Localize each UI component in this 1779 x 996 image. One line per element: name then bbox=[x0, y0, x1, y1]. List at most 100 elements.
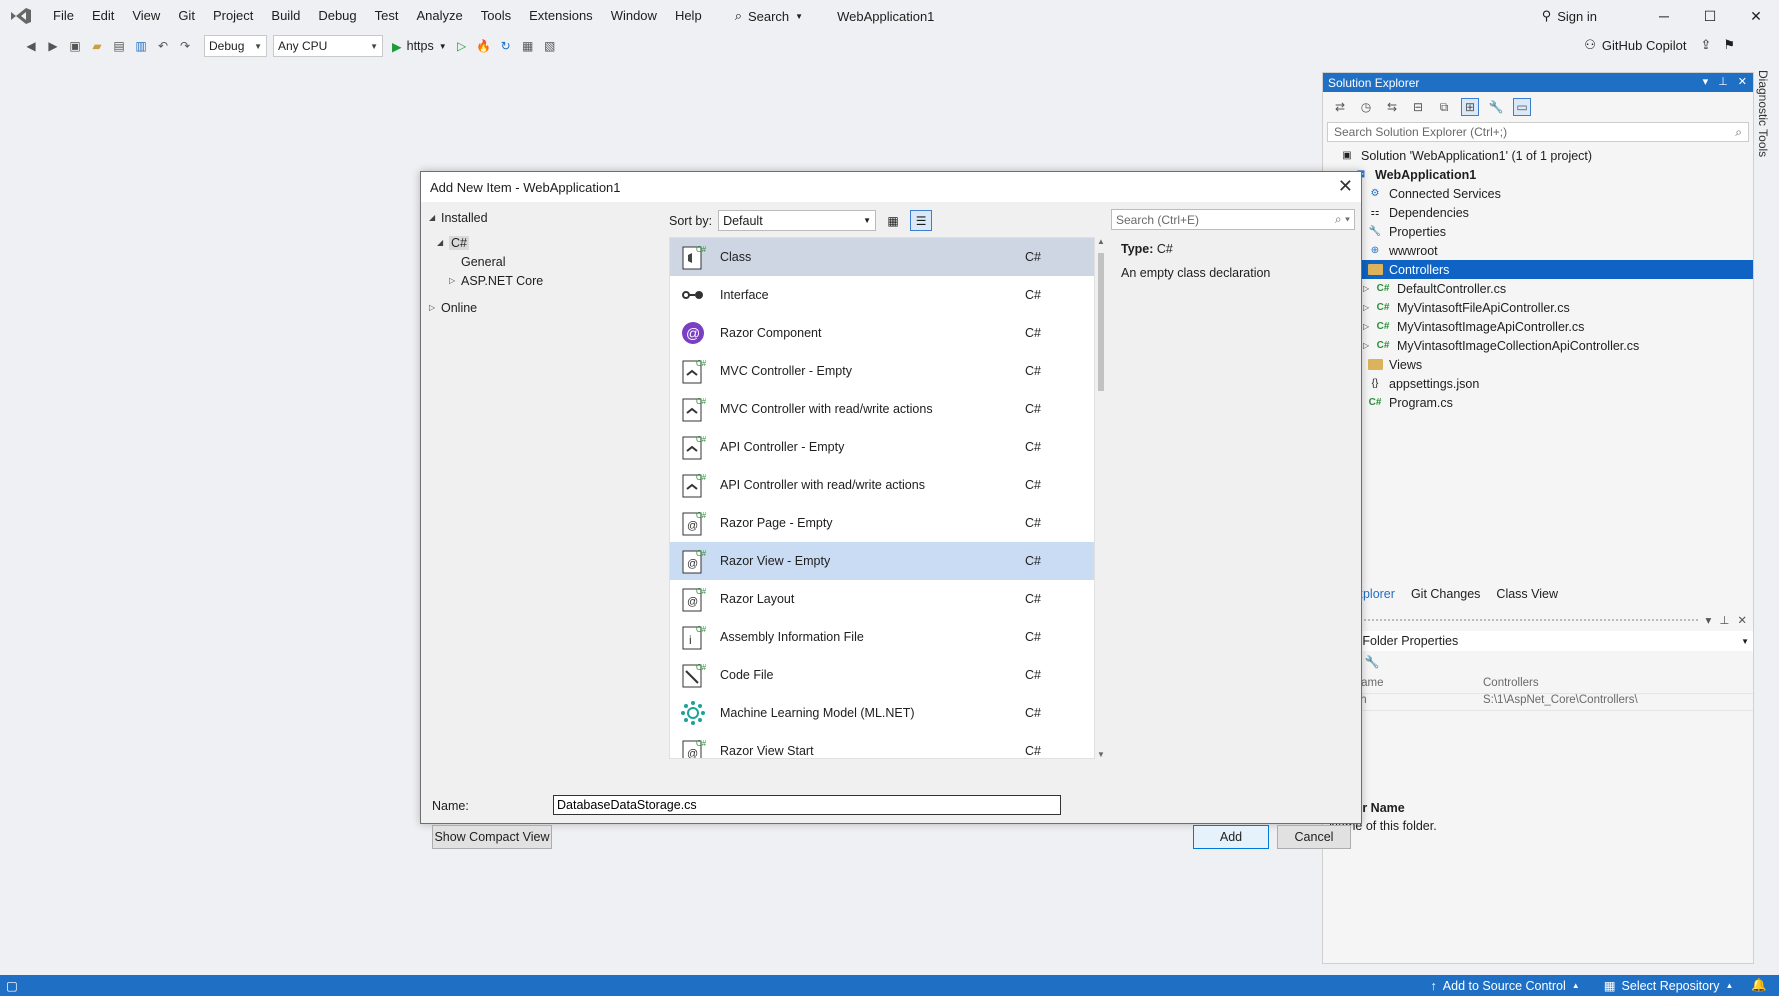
close-icon[interactable]: ✕ bbox=[1737, 613, 1747, 627]
template-item[interactable]: @ Razor Component C# bbox=[670, 314, 1094, 352]
refresh-icon[interactable]: ↻ bbox=[497, 37, 515, 55]
add-to-source-control-button[interactable]: ↑ Add to Source Control ▲ bbox=[1431, 979, 1580, 993]
solution-node[interactable]: ▣ Solution 'WebApplication1' (1 of 1 proj… bbox=[1323, 146, 1753, 165]
cancel-button[interactable]: Cancel bbox=[1277, 825, 1351, 849]
minimize-button[interactable]: ─ bbox=[1641, 8, 1687, 24]
tree-online[interactable]: ▷ Online bbox=[429, 298, 647, 317]
dropdown-icon[interactable]: ▾ bbox=[1706, 613, 1712, 627]
pending-changes-icon[interactable]: ◷ bbox=[1357, 98, 1375, 116]
save-icon[interactable]: ▤ bbox=[110, 37, 128, 55]
pin-icon[interactable]: ⊥ bbox=[1718, 75, 1728, 88]
close-window-button[interactable]: ✕ bbox=[1733, 8, 1779, 25]
property-row[interactable]: der Name Controllers bbox=[1323, 677, 1753, 694]
switch-views-icon[interactable]: ⇄ bbox=[1331, 98, 1349, 116]
preview-icon[interactable]: ▭ bbox=[1513, 98, 1531, 116]
template-item[interactable]: C# MVC Controller with read/write actions… bbox=[670, 390, 1094, 428]
platform-dropdown[interactable]: Any CPU ▼ bbox=[273, 35, 383, 57]
tree-item[interactable]: ⚏ Dependencies bbox=[1323, 203, 1753, 222]
maximize-button[interactable]: ☐ bbox=[1687, 8, 1733, 25]
feedback-icon[interactable]: ⚑ bbox=[1723, 37, 1735, 53]
menu-edit[interactable]: Edit bbox=[83, 0, 123, 32]
solution-explorer-search-input[interactable]: Search Solution Explorer (Ctrl+;) ⌕ bbox=[1327, 122, 1749, 142]
back-icon[interactable]: ◀ bbox=[22, 37, 40, 55]
add-button[interactable]: Add bbox=[1193, 825, 1269, 849]
template-item[interactable]: @ C# Razor Layout C# bbox=[670, 580, 1094, 618]
close-icon[interactable]: ✕ bbox=[1338, 176, 1353, 197]
show-compact-view-button[interactable]: Show Compact View bbox=[432, 825, 552, 849]
tree-aspnet-core[interactable]: ▷ ASP.NET Core bbox=[429, 271, 647, 290]
menu-help[interactable]: Help bbox=[666, 0, 711, 32]
tree-item[interactable]: {} appsettings.json bbox=[1323, 374, 1753, 393]
sign-in-button[interactable]: ⚲ Sign in bbox=[1542, 8, 1597, 24]
redo-icon[interactable]: ↷ bbox=[176, 37, 194, 55]
forward-icon[interactable]: ▶ bbox=[44, 37, 62, 55]
tab-class-view[interactable]: Class View bbox=[1488, 587, 1566, 601]
pin-icon[interactable]: ⊥ bbox=[1719, 613, 1729, 627]
menu-extensions[interactable]: Extensions bbox=[520, 0, 602, 32]
property-row[interactable]: Path S:\1\AspNet_Core\Controllers\ bbox=[1323, 694, 1753, 711]
template-item[interactable]: @ C# Razor View - Empty C# bbox=[670, 542, 1094, 580]
template-search-input[interactable]: Search (Ctrl+E) ⌕ ▾ bbox=[1111, 209, 1355, 230]
tree-item[interactable]: ▷ C# MyVintasoftFileApiController.cs bbox=[1323, 298, 1753, 317]
property-pages-icon[interactable]: 🔧 bbox=[1363, 653, 1381, 671]
sync-icon[interactable]: ⇆ bbox=[1383, 98, 1401, 116]
expand-arrow-icon[interactable]: ▷ bbox=[1363, 341, 1375, 350]
menu-analyze[interactable]: Analyze bbox=[407, 0, 471, 32]
tree-item[interactable]: Controllers bbox=[1323, 260, 1753, 279]
select-repository-button[interactable]: ▦ Select Repository ▲ bbox=[1604, 978, 1734, 994]
menu-build[interactable]: Build bbox=[262, 0, 309, 32]
expand-arrow-icon[interactable]: ▷ bbox=[1363, 303, 1375, 312]
menu-git[interactable]: Git bbox=[169, 0, 204, 32]
new-project-icon[interactable]: ▣ bbox=[66, 37, 84, 55]
template-item[interactable]: C# API Controller with read/write actions… bbox=[670, 466, 1094, 504]
template-list-scrollbar[interactable]: ▲ ▼ bbox=[1095, 237, 1107, 759]
tree-item[interactable]: ▷ C# DefaultController.cs bbox=[1323, 279, 1753, 298]
name-input[interactable] bbox=[553, 795, 1061, 815]
tree-item[interactable]: ▷ C# MyVintasoftImageCollectionApiControll… bbox=[1323, 336, 1753, 355]
template-item[interactable]: Interface C# bbox=[670, 276, 1094, 314]
scrollbar-thumb[interactable] bbox=[1098, 253, 1104, 391]
tree-item[interactable]: 🔧 Properties bbox=[1323, 222, 1753, 241]
properties-object-selector[interactable]: ollers Folder Properties ▼ bbox=[1323, 631, 1753, 651]
browser-link-icon[interactable]: ▦ bbox=[519, 37, 537, 55]
share-icon[interactable]: ⇪ bbox=[1700, 37, 1711, 53]
save-all-icon[interactable]: ▥ bbox=[132, 37, 150, 55]
track-active-icon[interactable]: ⊞ bbox=[1461, 98, 1479, 116]
collapse-all-icon[interactable]: ⊟ bbox=[1409, 98, 1427, 116]
template-item[interactable]: @ C# Razor Page - Empty C# bbox=[670, 504, 1094, 542]
project-node[interactable]: ⊠WebApplication1 bbox=[1323, 165, 1753, 184]
menu-view[interactable]: View bbox=[123, 0, 169, 32]
tree-item[interactable]: C# Program.cs bbox=[1323, 393, 1753, 412]
menu-test[interactable]: Test bbox=[366, 0, 408, 32]
menu-project[interactable]: Project bbox=[204, 0, 262, 32]
template-item[interactable]: C# Code File C# bbox=[670, 656, 1094, 694]
tree-item[interactable]: Views bbox=[1323, 355, 1753, 374]
template-item[interactable]: C# API Controller - Empty C# bbox=[670, 428, 1094, 466]
template-item[interactable]: Machine Learning Model (ML.NET) C# bbox=[670, 694, 1094, 732]
menu-tools[interactable]: Tools bbox=[472, 0, 520, 32]
tree-item[interactable]: ⚙ Connected Services bbox=[1323, 184, 1753, 203]
scroll-up-icon[interactable]: ▲ bbox=[1095, 237, 1107, 246]
tree-installed[interactable]: ◢ Installed bbox=[429, 208, 647, 227]
notification-area-icon[interactable]: ▢ bbox=[6, 978, 18, 993]
template-item[interactable]: i C# Assembly Information File C# bbox=[670, 618, 1094, 656]
tree-csharp[interactable]: ◢ C# bbox=[429, 233, 647, 252]
template-item[interactable]: @ C# Razor View Start C# bbox=[670, 732, 1094, 758]
medium-icons-view-icon[interactable]: ▦ bbox=[882, 210, 904, 231]
start-debugging-button[interactable]: ▶ https ▼ bbox=[392, 39, 447, 54]
properties-wrench-icon[interactable]: 🔧 bbox=[1487, 98, 1505, 116]
dropdown-icon[interactable]: ▾ bbox=[1703, 75, 1709, 88]
menu-window[interactable]: Window bbox=[602, 0, 666, 32]
expand-arrow-icon[interactable]: ▷ bbox=[1363, 322, 1375, 331]
tree-general[interactable]: General bbox=[429, 252, 647, 271]
template-item[interactable]: C# MVC Controller - Empty C# bbox=[670, 352, 1094, 390]
scroll-down-icon[interactable]: ▼ bbox=[1095, 750, 1107, 759]
sort-dropdown[interactable]: Default ▼ bbox=[718, 210, 877, 231]
notifications-bell-icon[interactable]: 🔔 bbox=[1751, 978, 1767, 993]
menu-debug[interactable]: Debug bbox=[309, 0, 365, 32]
list-view-icon[interactable]: ☰ bbox=[910, 210, 933, 231]
github-copilot-button[interactable]: ⚇ GitHub Copilot ⇪ ⚑ bbox=[1584, 37, 1735, 53]
hot-reload-icon[interactable]: 🔥 bbox=[475, 37, 493, 55]
configuration-dropdown[interactable]: Debug ▼ bbox=[204, 35, 267, 57]
start-without-debugging-icon[interactable]: ▷ bbox=[453, 37, 471, 55]
